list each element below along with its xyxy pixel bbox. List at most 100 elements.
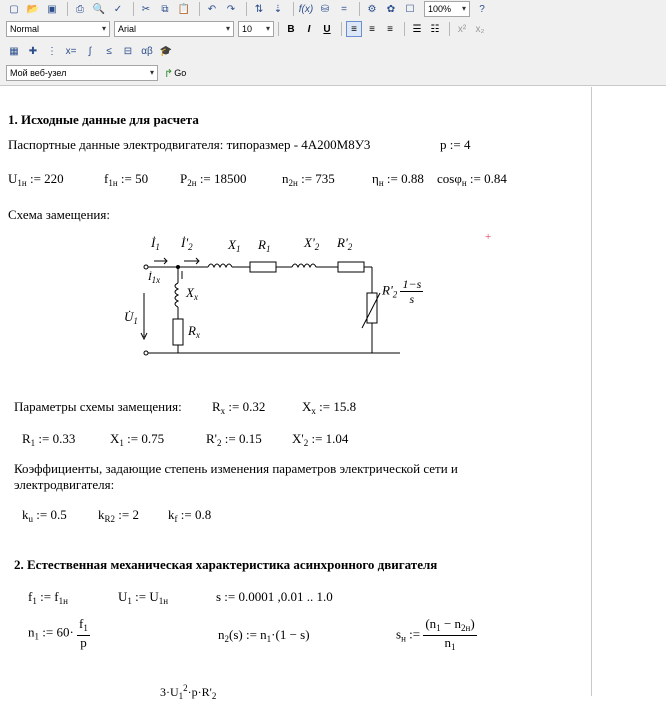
- rx-definition[interactable]: Rx := 0.32: [212, 399, 265, 416]
- kr2-definition[interactable]: kR2 := 2: [98, 507, 139, 524]
- label-text: X': [304, 235, 315, 250]
- open-folder-icon[interactable]: 📂: [25, 1, 41, 17]
- xx-definition[interactable]: Xx := 15.8: [302, 399, 356, 416]
- components-icon[interactable]: ⚙: [364, 1, 380, 17]
- equivalent-circuit-diagram: [140, 257, 400, 356]
- boolean-icon[interactable]: ≤: [101, 43, 117, 59]
- zoom-combo[interactable]: 100% ▾: [424, 1, 470, 17]
- p-definition[interactable]: p := 4: [440, 137, 470, 153]
- cosphi-definition[interactable]: cosφн := 0.84: [437, 171, 507, 188]
- calculator-icon[interactable]: ▦: [6, 43, 22, 59]
- chevron-down-icon: ▾: [265, 24, 270, 33]
- save-icon[interactable]: ▣: [44, 1, 60, 17]
- separator: [67, 2, 68, 16]
- num-text: (n: [425, 616, 437, 631]
- x1-definition[interactable]: X1 := 0.75: [110, 431, 164, 448]
- bullet-list-icon[interactable]: ☰: [409, 21, 425, 37]
- chevron-down-icon: ▾: [149, 68, 154, 77]
- s-range-definition[interactable]: s := 0.0001 ,0.01 .. 1.0: [216, 589, 333, 605]
- insert-unit-icon[interactable]: ⛁: [317, 1, 333, 17]
- u1-definition[interactable]: U1 := U1н: [118, 589, 168, 606]
- n2n-definition[interactable]: n2н := 735: [282, 171, 335, 188]
- help-icon[interactable]: ?: [474, 1, 490, 17]
- align-bottom-icon[interactable]: ⇣: [270, 1, 286, 17]
- label-r2: R'2: [337, 235, 352, 252]
- copy-icon[interactable]: ⧉: [157, 1, 173, 17]
- worksheet[interactable]: 1. Исходные данные для расчета Паспортны…: [0, 87, 666, 701]
- font-size-combo[interactable]: 10 ▾: [238, 21, 274, 37]
- r2p-definition[interactable]: R'2 := 0.15: [206, 431, 262, 448]
- resources-icon[interactable]: ✿: [383, 1, 399, 17]
- go-label: Go: [174, 68, 187, 78]
- address-combo[interactable]: Мой веб-узел ▾: [6, 65, 158, 81]
- torque-formula-partial[interactable]: 3·U12·p·R'2: [160, 683, 216, 701]
- region-icon[interactable]: ☐: [402, 1, 418, 17]
- p2n-definition[interactable]: P2н := 18500: [180, 171, 247, 188]
- fraction-denominator: p: [80, 635, 87, 650]
- spellcheck-icon[interactable]: ✓: [110, 1, 126, 17]
- formula-text: ·p·R': [187, 685, 212, 699]
- formula-text: 3·U: [160, 685, 179, 699]
- label-r1: R1: [258, 237, 270, 254]
- align-center-icon[interactable]: ≡: [364, 21, 380, 37]
- x2p-definition[interactable]: X'2 := 1.04: [292, 431, 348, 448]
- go-button[interactable]: ↱ Go: [164, 67, 186, 80]
- function-icon[interactable]: f(x): [298, 1, 314, 17]
- matrix-icon[interactable]: ⋮: [44, 43, 60, 59]
- label-subscript: 1: [133, 316, 138, 326]
- paste-icon[interactable]: 📋: [176, 1, 192, 17]
- greek-icon[interactable]: αβ: [139, 43, 155, 59]
- label-text: R: [188, 323, 196, 338]
- var-rhs: (s) := n: [229, 627, 267, 642]
- resistor-rx: [172, 318, 184, 346]
- print-preview-icon[interactable]: 🔍: [91, 1, 107, 17]
- numbered-list-icon[interactable]: ☷: [427, 21, 443, 37]
- f1-definition[interactable]: f1 := f1н: [28, 589, 68, 606]
- evaluation-icon[interactable]: x=: [63, 43, 79, 59]
- coef-text-line-2: электродвигателя:: [14, 477, 115, 492]
- underline-button[interactable]: U: [319, 21, 335, 37]
- n2-definition[interactable]: n2(s) := n1·(1 − s): [218, 627, 310, 644]
- superscript-icon[interactable]: x²: [454, 21, 470, 37]
- var-value: := 0.75: [123, 431, 165, 446]
- graph-icon[interactable]: ✚: [25, 43, 41, 59]
- align-right-icon[interactable]: ≡: [382, 21, 398, 37]
- n1-definition[interactable]: n1 := 60· f1 p: [28, 617, 90, 650]
- standard-toolbar: ▢ 📂 ▣ ⎙ 🔍 ✓ ✂ ⧉ 📋 ↶ ↷ ⇅ ⇣ f(x) ⛁ = ⚙ ✿ ☐…: [0, 0, 493, 18]
- label-subscript: 2: [188, 242, 193, 252]
- redo-icon[interactable]: ↷: [223, 1, 239, 17]
- label-xx: Xx: [186, 285, 198, 302]
- calculate-icon[interactable]: =: [336, 1, 352, 17]
- label-i1x: İ1x: [148, 271, 160, 285]
- kf-definition[interactable]: kf := 0.8: [168, 507, 211, 524]
- resistor-r2: [337, 261, 365, 273]
- style-combo[interactable]: Normal ▾: [6, 21, 110, 37]
- font-value: Arial: [118, 24, 137, 34]
- symbolic-icon[interactable]: 🎓: [158, 43, 174, 59]
- sn-definition[interactable]: sн := (n1 − n2н) n1: [396, 617, 477, 654]
- align-left-icon[interactable]: ≡: [346, 21, 362, 37]
- separator: [359, 2, 360, 16]
- ku-definition[interactable]: ku := 0.5: [22, 507, 67, 524]
- section-2-heading: 2. Естественная механическая характерист…: [14, 557, 438, 572]
- terminal-bottom: [143, 350, 149, 356]
- italic-button[interactable]: I: [301, 21, 317, 37]
- inductor-x1: [207, 263, 233, 269]
- calculus-icon[interactable]: ∫: [82, 43, 98, 59]
- bold-button[interactable]: B: [283, 21, 299, 37]
- label-subscript: x: [195, 330, 200, 340]
- eta-definition[interactable]: ηн := 0.88: [372, 171, 424, 188]
- subscript-icon[interactable]: x₂: [472, 21, 488, 37]
- r1-definition[interactable]: R1 := 0.33: [22, 431, 75, 448]
- print-icon[interactable]: ⎙: [72, 1, 88, 17]
- new-document-icon[interactable]: ▢: [6, 1, 22, 17]
- programming-icon[interactable]: ⊟: [120, 43, 136, 59]
- cut-icon[interactable]: ✂: [138, 1, 154, 17]
- f1n-definition[interactable]: f1н := 50: [104, 171, 148, 188]
- undo-icon[interactable]: ↶: [204, 1, 220, 17]
- u1n-definition[interactable]: U1н := 220: [8, 171, 64, 188]
- label-x2: X'2: [304, 235, 319, 252]
- font-combo[interactable]: Arial ▾: [114, 21, 234, 37]
- align-icon[interactable]: ⇅: [251, 1, 267, 17]
- var-value: := 735: [297, 171, 335, 186]
